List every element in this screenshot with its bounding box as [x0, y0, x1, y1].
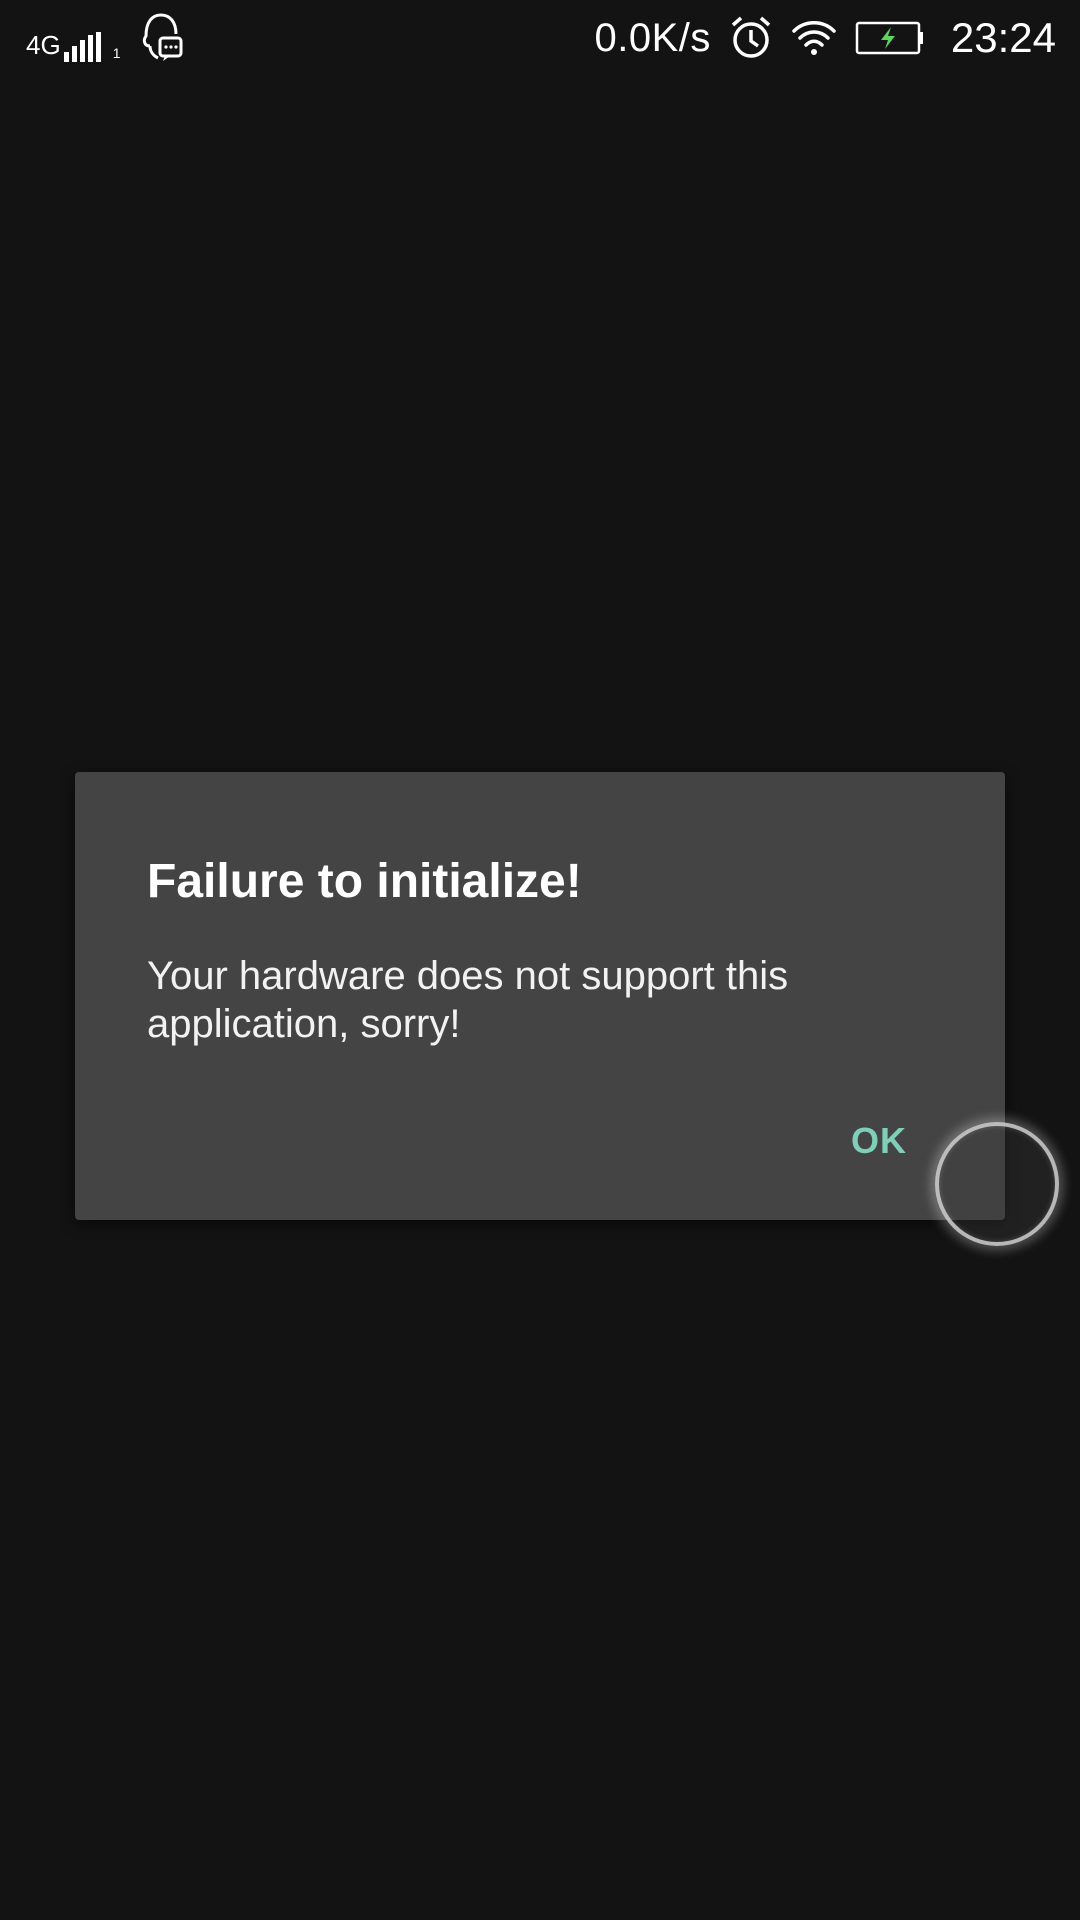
alarm-clock-icon	[729, 15, 773, 61]
dialog-message: Your hardware does not support this appl…	[147, 954, 789, 1046]
signal-bars-icon	[63, 32, 110, 62]
network-speed: 0.0K/s	[594, 15, 711, 60]
touch-indicator	[935, 1122, 1059, 1246]
status-bar: 4G 1 0.0K/s 23:24	[0, 0, 1080, 76]
network-type-label: 4G	[26, 30, 61, 60]
clock-time: 23:24	[950, 14, 1056, 61]
screen: 4G 1 0.0K/s 23:24 Failure to initialize!…	[0, 0, 1080, 1920]
ok-button[interactable]: OK	[843, 1112, 915, 1170]
sim-slot-label: 1	[112, 45, 121, 61]
qq-chat-icon	[140, 12, 184, 62]
status-bar-right: 0.0K/s 23:24	[594, 8, 1056, 68]
error-dialog: Failure to initialize! Your hardware doe…	[75, 772, 1005, 1220]
cellular-signal: 4G 1	[26, 18, 120, 62]
dialog-title: Failure to initialize!	[147, 855, 582, 908]
status-bar-left: 4G 1	[26, 12, 184, 62]
battery-charging-icon	[855, 21, 925, 55]
wifi-icon	[791, 19, 837, 57]
